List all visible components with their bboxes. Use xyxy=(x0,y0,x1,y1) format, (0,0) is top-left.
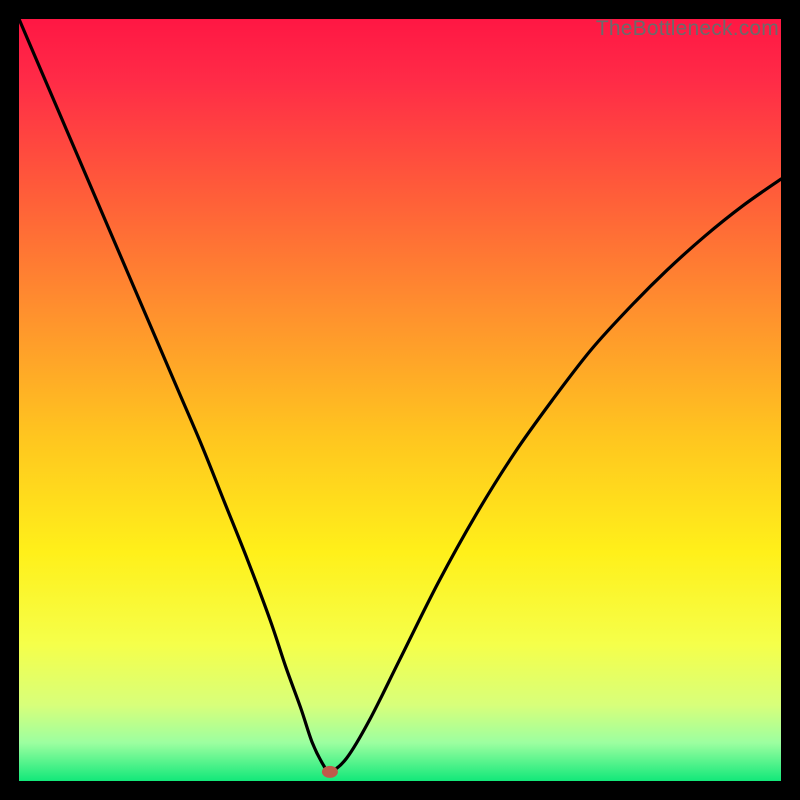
min-marker xyxy=(322,766,338,778)
bottleneck-chart xyxy=(19,19,781,781)
watermark-text: TheBottleneck.com xyxy=(596,17,779,41)
chart-frame: TheBottleneck.com xyxy=(19,19,781,781)
gradient-background xyxy=(19,19,781,781)
